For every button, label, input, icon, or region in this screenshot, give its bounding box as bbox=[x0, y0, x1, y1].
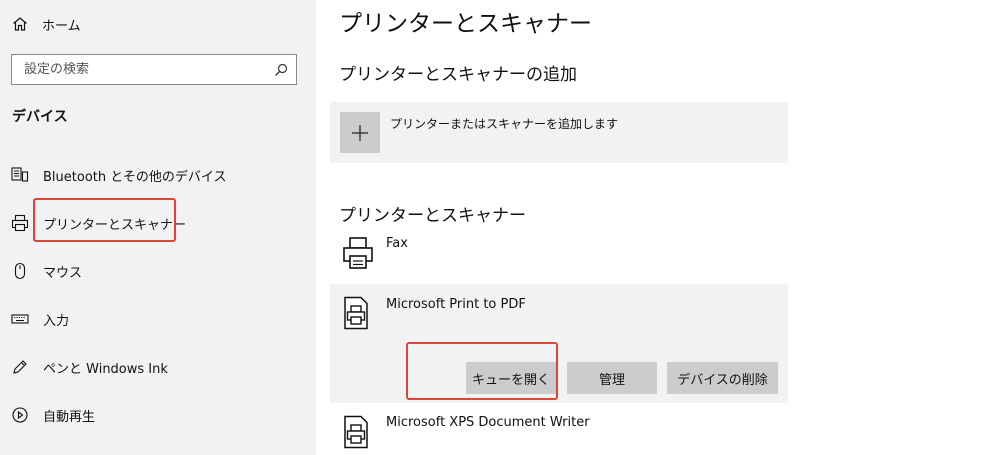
autoplay-icon bbox=[10, 405, 30, 425]
home-icon bbox=[13, 17, 27, 31]
add-printer-button[interactable]: プリンターまたはスキャナーを追加します bbox=[330, 102, 788, 163]
section-heading-devices: デバイス bbox=[12, 109, 68, 125]
remove-device-button[interactable]: デバイスの削除 bbox=[667, 362, 778, 394]
fax-icon bbox=[342, 236, 374, 274]
sidebar-item-typing[interactable]: 入力 bbox=[0, 297, 316, 341]
sidebar-item-bluetooth[interactable]: Bluetooth とその他のデバイス bbox=[0, 153, 316, 197]
sidebar-item-label: マウス bbox=[43, 265, 83, 281]
settings-search-box[interactable] bbox=[11, 54, 297, 85]
search-input[interactable] bbox=[24, 62, 254, 77]
home-link[interactable]: ホーム bbox=[12, 10, 81, 38]
device-name: Fax bbox=[386, 236, 408, 251]
printer-icon bbox=[342, 415, 370, 453]
keyboard-icon bbox=[10, 309, 30, 329]
sidebar-item-label: ペンと Windows Ink bbox=[43, 361, 168, 377]
plus-icon bbox=[340, 112, 380, 153]
sidebar-item-label: 入力 bbox=[43, 313, 70, 329]
settings-sidebar: ホーム デバイス Bluetooth とその他のデバイス プリンター bbox=[0, 0, 316, 455]
mouse-icon bbox=[10, 261, 30, 281]
pen-icon bbox=[10, 357, 30, 377]
device-name: Microsoft XPS Document Writer bbox=[386, 415, 590, 430]
bluetooth-devices-icon bbox=[10, 165, 30, 185]
manage-button[interactable]: 管理 bbox=[567, 362, 657, 394]
printer-icon bbox=[10, 213, 30, 233]
sidebar-item-mouse[interactable]: マウス bbox=[0, 249, 316, 293]
home-label: ホーム bbox=[42, 18, 81, 34]
device-name: Microsoft Print to PDF bbox=[386, 297, 526, 312]
page-title: プリンターとスキャナー bbox=[339, 11, 592, 37]
highlight-box-sidebar bbox=[33, 198, 176, 242]
main-content: プリンターとスキャナー プリンターとスキャナーの追加 プリンターまたはスキャナー… bbox=[316, 0, 993, 455]
device-item-fax[interactable]: Fax bbox=[330, 232, 788, 280]
search-icon[interactable] bbox=[274, 63, 288, 77]
sidebar-item-label: Bluetooth とその他のデバイス bbox=[43, 169, 227, 185]
list-section-title: プリンターとスキャナー bbox=[339, 206, 526, 226]
sidebar-item-autoplay[interactable]: 自動再生 bbox=[0, 393, 316, 437]
add-section-title: プリンターとスキャナーの追加 bbox=[339, 65, 577, 85]
printer-icon bbox=[342, 296, 370, 334]
sidebar-item-label: 自動再生 bbox=[43, 409, 96, 425]
add-printer-label: プリンターまたはスキャナーを追加します bbox=[390, 117, 619, 131]
device-item-xps-writer[interactable]: Microsoft XPS Document Writer bbox=[330, 405, 788, 455]
device-item-print-to-pdf[interactable]: Microsoft Print to PDF キューを開く 管理 デバイスの削除 bbox=[330, 284, 788, 403]
highlight-box-open-queue bbox=[406, 342, 558, 400]
sidebar-item-pen[interactable]: ペンと Windows Ink bbox=[0, 345, 316, 389]
